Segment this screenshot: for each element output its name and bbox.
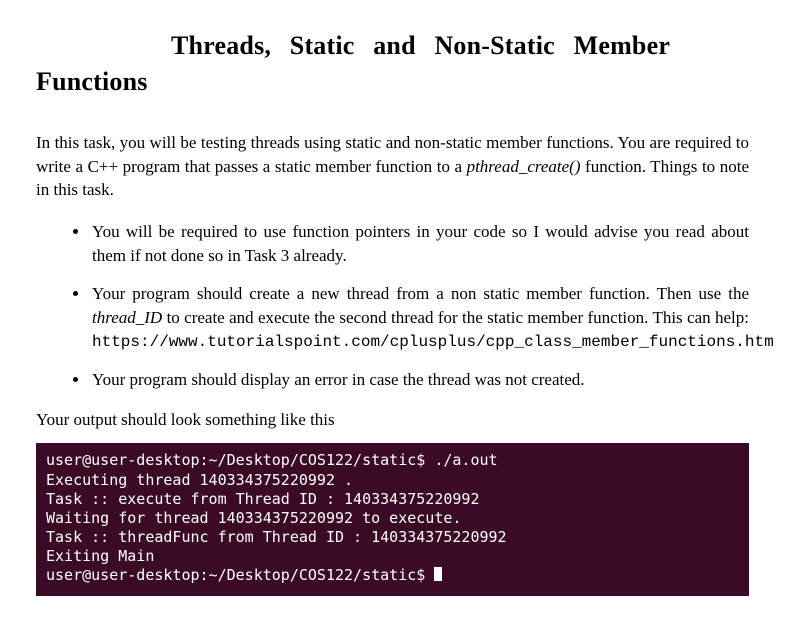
list-item: You will be required to use function poi… bbox=[90, 220, 749, 268]
tutorials-link[interactable]: https://www.tutorialspoint.com/cplusplus… bbox=[92, 333, 774, 351]
terminal-prompt: user@user-desktop:~/Desktop/COS122/stati… bbox=[46, 566, 425, 584]
page-title: Threads, Static and Non-Static Member Fu… bbox=[36, 28, 749, 101]
terminal-prompt: user@user-desktop:~/Desktop/COS122/stati… bbox=[46, 451, 425, 469]
bullet-3-text: Your program should display an error in … bbox=[92, 370, 585, 389]
terminal-line: Task :: threadFunc from Thread ID : 1403… bbox=[46, 528, 507, 546]
list-item: Your program should display an error in … bbox=[90, 368, 749, 392]
intro-paragraph: In this task, you will be testing thread… bbox=[36, 131, 749, 202]
cursor-icon bbox=[434, 567, 442, 581]
bullet-1-text: You will be required to use function poi… bbox=[92, 222, 749, 265]
title-line1: Threads, Static and Non-Static Member bbox=[36, 28, 749, 64]
terminal-output: user@user-desktop:~/Desktop/COS122/stati… bbox=[36, 443, 749, 595]
terminal-command: ./a.out bbox=[434, 451, 497, 469]
bullet-2-text-b: to create and execute the second thread … bbox=[162, 308, 749, 327]
terminal-line: Executing thread 140334375220992 . bbox=[46, 471, 353, 489]
terminal-line: Exiting Main bbox=[46, 547, 154, 565]
terminal-line: Waiting for thread 140334375220992 to ex… bbox=[46, 509, 461, 527]
title-line2: Functions bbox=[36, 64, 749, 100]
terminal-line: Task :: execute from Thread ID : 1403343… bbox=[46, 490, 479, 508]
bullet-2-text-a: Your program should create a new thread … bbox=[92, 284, 749, 303]
thread-id-var: thread_ID bbox=[92, 308, 162, 327]
list-item: Your program should create a new thread … bbox=[90, 282, 749, 354]
output-label: Your output should look something like t… bbox=[36, 408, 749, 432]
pthread-create-func: pthread_create() bbox=[467, 157, 581, 176]
task-list: You will be required to use function poi… bbox=[36, 220, 749, 391]
